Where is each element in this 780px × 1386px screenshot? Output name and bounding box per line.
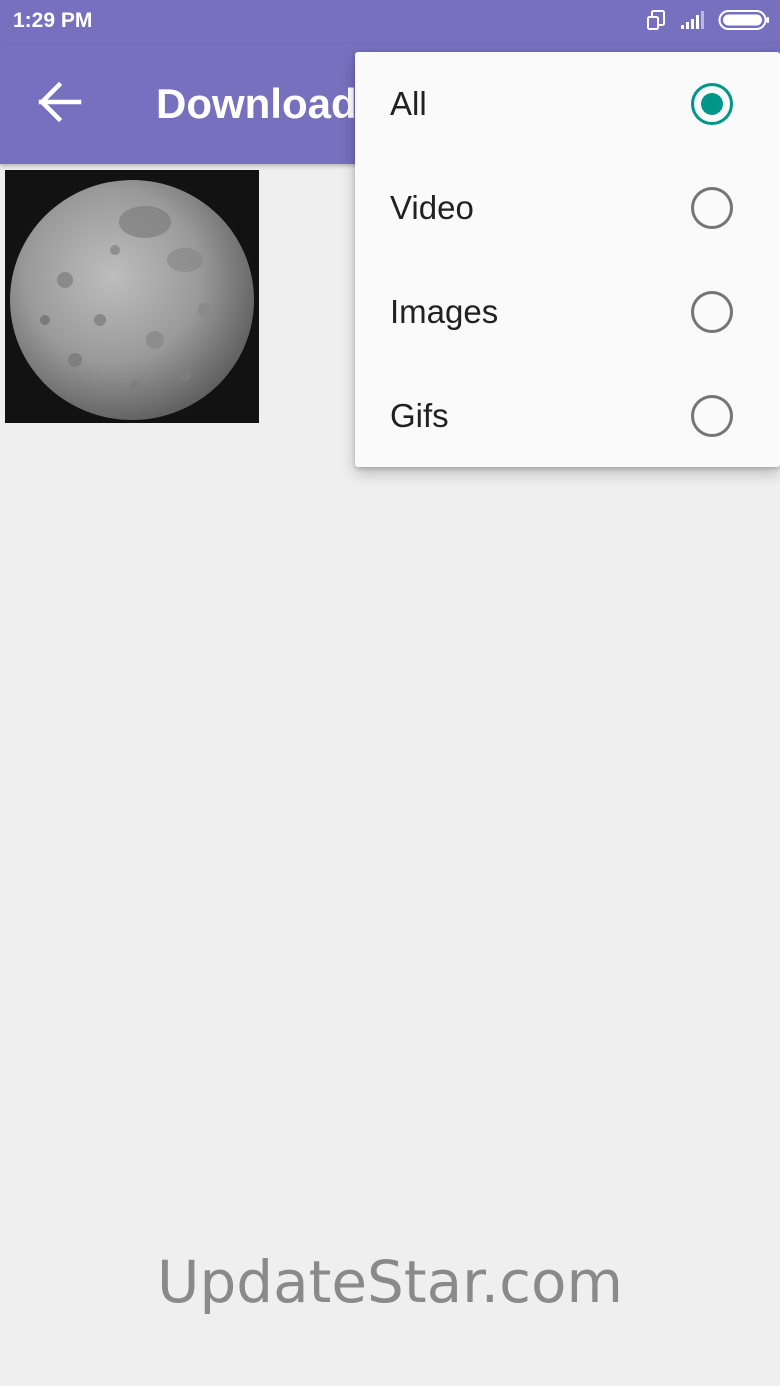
menu-item-video[interactable]: Video	[355, 156, 780, 260]
back-button[interactable]	[30, 79, 90, 129]
menu-item-label: Images	[390, 293, 499, 330]
radio-unchecked-icon[interactable]	[691, 395, 733, 437]
menu-item-images[interactable]: Images	[355, 260, 780, 364]
menu-item-label: All	[390, 85, 427, 122]
status-time: 1:29 PM	[13, 9, 93, 32]
arrow-back-icon	[38, 81, 82, 127]
battery-icon	[718, 9, 770, 36]
filter-menu: All Video Images Gifs	[355, 52, 780, 467]
signal-icon	[680, 10, 706, 35]
watermark: UpdateStar.com	[157, 1248, 623, 1316]
status-icons	[646, 9, 770, 36]
radio-checked-icon[interactable]	[691, 83, 733, 125]
page-title: Download	[156, 80, 357, 127]
radio-unchecked-icon[interactable]	[691, 291, 733, 333]
radio-unchecked-icon[interactable]	[691, 187, 733, 229]
sim-icon	[646, 9, 668, 36]
menu-item-gifs[interactable]: Gifs	[355, 364, 780, 468]
menu-item-all[interactable]: All	[355, 52, 780, 156]
status-bar: 1:29 PM	[0, 0, 780, 44]
media-thumbnail[interactable]	[5, 170, 259, 423]
menu-item-label: Gifs	[390, 397, 449, 434]
moon-image	[5, 170, 259, 423]
menu-item-label: Video	[390, 189, 474, 226]
